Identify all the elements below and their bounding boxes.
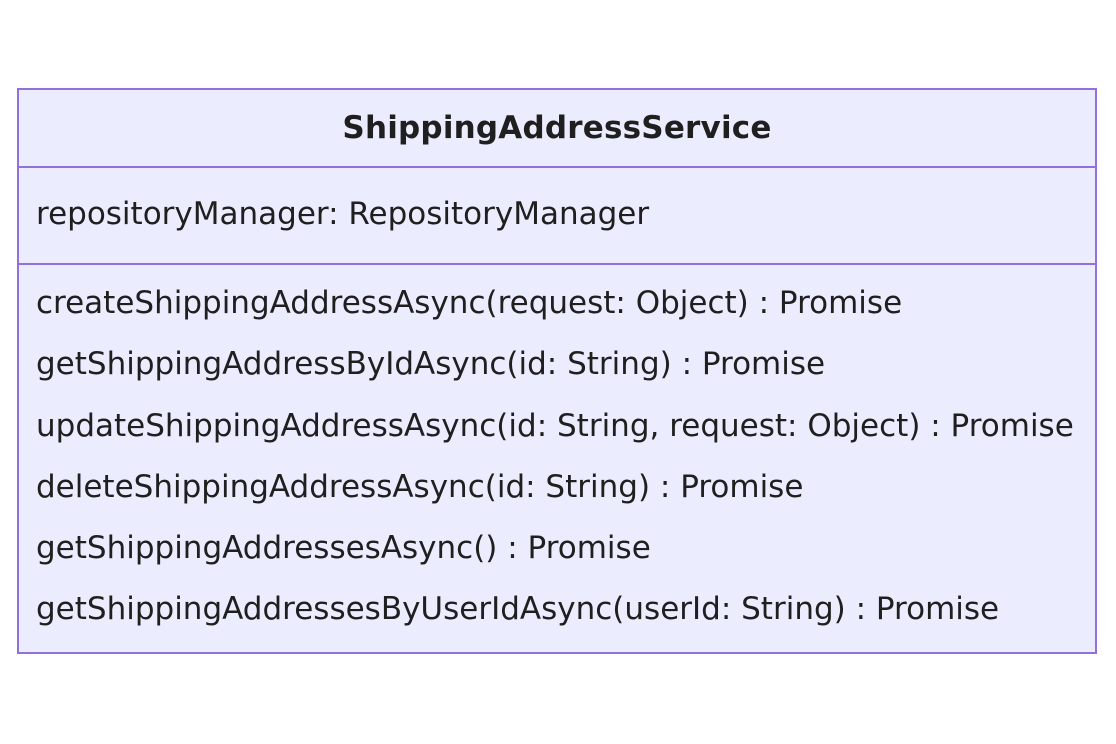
method-delete-shipping-address: deleteShippingAddressAsync(id: String) :… (36, 468, 804, 505)
class-name-header: ShippingAddressService (19, 90, 1095, 168)
method-get-shipping-addresses-by-user-id: getShippingAddressesByUserIdAsync(userId… (36, 591, 1000, 628)
method-get-shipping-address-by-id: getShippingAddressByIdAsync(id: String) … (36, 346, 826, 383)
uml-class-box: ShippingAddressService repositoryManager… (17, 88, 1097, 654)
method-update-shipping-address: updateShippingAddressAsync(id: String, r… (36, 407, 1074, 444)
method-create-shipping-address: createShippingAddressAsync(request: Obje… (36, 285, 903, 321)
method-get-shipping-addresses: getShippingAddressesAsync() : Promise (36, 530, 651, 567)
methods-section: createShippingAddressAsync(request: Obje… (19, 265, 1095, 647)
class-name: ShippingAddressService (342, 110, 772, 146)
attribute-repository-manager: repositoryManager: RepositoryManager (36, 196, 650, 232)
attributes-section: repositoryManager: RepositoryManager (19, 168, 1095, 265)
